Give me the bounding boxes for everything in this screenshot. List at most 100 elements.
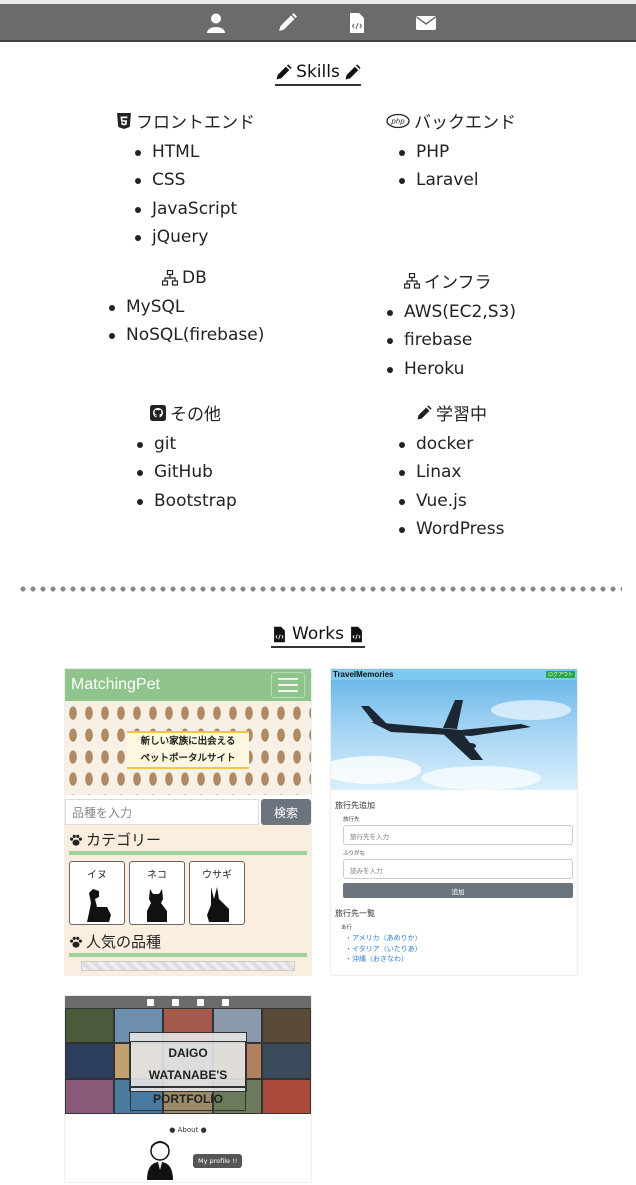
skills-title: Skills xyxy=(0,62,636,86)
php-icon: php xyxy=(386,113,410,128)
tm-header: TravelMemories ログアウト xyxy=(331,669,577,680)
skill-group-infra: インフラ AWS(EC2,S3) firebase Heroku xyxy=(386,268,516,383)
list-item: Heroku xyxy=(386,355,516,383)
list-item: docker xyxy=(398,430,504,458)
pencil-icon[interactable] xyxy=(276,12,298,34)
user-icon xyxy=(147,998,154,1006)
avatar xyxy=(147,1141,173,1180)
rabbit-icon xyxy=(207,887,229,922)
mp-popular-heading: 人気の品種 xyxy=(86,933,162,951)
tm-list-heading: 旅行先一覧 xyxy=(335,909,375,918)
works-title-text: Works xyxy=(292,624,344,644)
sitemap-icon xyxy=(162,270,178,286)
list-item: jQuery xyxy=(134,223,255,251)
mp-hero-text: 新しい家族に出会える ペットポータルサイト xyxy=(127,731,249,769)
top-nav-bar xyxy=(0,0,636,42)
hamburger-icon xyxy=(271,672,305,698)
list-item: Vue.js xyxy=(398,487,504,515)
user-icon: ● xyxy=(169,1126,176,1134)
svg-text:php: php xyxy=(390,117,405,125)
skill-group-heading: その他 xyxy=(170,405,221,425)
tm-logo: TravelMemories xyxy=(333,670,394,679)
pencil-icon xyxy=(172,998,179,1006)
mp-logo: MatchingPet xyxy=(71,676,160,693)
mp-search-input: 品種を入力 xyxy=(65,799,259,825)
list-item: PHP xyxy=(398,138,516,166)
mp-hero: 新しい家族に出会える ペットポータルサイト xyxy=(65,701,311,795)
dotted-divider xyxy=(18,586,622,592)
pencil-icon xyxy=(417,404,432,420)
code-file-icon xyxy=(351,626,362,642)
skill-group-other: その他 git GitHub Bootstrap xyxy=(136,400,237,515)
list-item: AWS(EC2,S3) xyxy=(386,298,516,326)
skill-group-backend: php バックエンド PHP Laravel xyxy=(386,108,516,195)
mp-card-rabbit: ウサギ xyxy=(189,861,245,925)
list-item: NoSQL(firebase) xyxy=(108,321,264,349)
skill-group-heading: 学習中 xyxy=(436,405,487,425)
list-item: GitHub xyxy=(136,458,237,486)
tm-form: 旅行先追加 旅行先 旅行先を入力 ふりがな 読みを入力 追加 旅行先一覧 あ行 … xyxy=(331,790,577,969)
list-item: git xyxy=(136,430,237,458)
mp-category-heading: カテゴリー xyxy=(86,831,162,849)
mp-search-button: 検索 xyxy=(261,799,311,825)
skill-group-heading: インフラ xyxy=(424,273,492,293)
list-item: JavaScript xyxy=(134,195,255,223)
list-item: firebase xyxy=(386,326,516,354)
mp-card-cat: ネコ xyxy=(129,861,185,925)
list-item: WordPress xyxy=(398,515,504,543)
paw-icon xyxy=(70,936,82,948)
pf-photo-collage: DAIGO WATANABE'S PORTFOLIO xyxy=(65,1008,311,1114)
mp-category-section: カテゴリー イヌ ネコ ウサギ xyxy=(65,825,311,927)
list-item: Bootstrap xyxy=(136,487,237,515)
list-item: Linax xyxy=(398,458,504,486)
skill-group-heading: フロントエンド xyxy=(136,113,255,133)
skill-group-heading: DB xyxy=(182,268,207,288)
dog-icon xyxy=(87,889,111,922)
user-icon: ● xyxy=(200,1126,207,1134)
work-portfolio-thumbnail[interactable]: DAIGO WATANABE'S PORTFOLIO ● About ● My … xyxy=(64,995,312,1183)
works-title: Works xyxy=(0,624,636,648)
work-matchingpet-thumbnail[interactable]: MatchingPet 新しい家族に出会える ペットポータルサイト 品種を入力 … xyxy=(64,668,312,976)
list-item: ・アメリカ（あめりか） xyxy=(345,934,422,942)
skill-group-db: DB MySQL NoSQL(firebase) xyxy=(108,268,264,350)
skill-group-learning: 学習中 docker Linax Vue.js WordPress xyxy=(398,400,504,544)
envelope-icon xyxy=(222,998,229,1006)
pf-nav-bar xyxy=(65,996,311,1008)
cat-icon xyxy=(147,889,167,922)
tm-dest-input: 旅行先を入力 xyxy=(343,825,573,845)
html5-icon xyxy=(117,112,131,129)
skill-group-frontend: フロントエンド HTML CSS JavaScript jQuery xyxy=(116,108,255,252)
list-item: MySQL xyxy=(108,293,264,321)
list-item: CSS xyxy=(134,166,255,194)
airplane-image xyxy=(331,680,577,790)
tm-add-heading: 旅行先追加 xyxy=(335,801,375,810)
code-file-icon xyxy=(274,626,285,642)
mp-popular-section: 人気の品種 xyxy=(65,927,311,975)
list-item: ・沖縄（おきなわ） xyxy=(345,955,408,963)
code-file-icon[interactable] xyxy=(346,12,368,34)
user-icon[interactable] xyxy=(205,12,227,34)
mp-card-dog: イヌ xyxy=(69,861,125,925)
pf-speech-bubble: My profile !! xyxy=(193,1154,243,1168)
sitemap-icon xyxy=(404,272,420,289)
pencil-icon xyxy=(345,63,361,79)
pencil-icon xyxy=(276,63,292,79)
skill-group-heading: バックエンド xyxy=(414,113,516,133)
list-item: Laravel xyxy=(398,166,516,194)
skills-title-text: Skills xyxy=(296,62,340,82)
airplane-icon xyxy=(331,700,571,790)
mp-header: MatchingPet xyxy=(65,669,311,701)
github-icon xyxy=(150,404,166,421)
tm-add-button: 追加 xyxy=(343,883,573,898)
code-file-icon xyxy=(197,998,204,1006)
tm-logout-button: ログアウト xyxy=(545,671,575,678)
list-item: HTML xyxy=(134,138,255,166)
work-travelmemories-thumbnail[interactable]: TravelMemories ログアウト 旅行先追加 旅行先 旅行先を入力 ふり… xyxy=(330,668,578,976)
list-item: ・イタリア（いたりあ） xyxy=(345,944,422,953)
mp-search: 品種を入力 検索 xyxy=(65,799,311,825)
paw-icon xyxy=(70,834,82,846)
tm-destination-list: ・アメリカ（あめりか） ・イタリア（いたりあ） ・沖縄（おきなわ） xyxy=(335,933,573,965)
tm-reading-input: 読みを入力 xyxy=(343,859,573,879)
envelope-icon[interactable] xyxy=(415,12,437,34)
pf-title: DAIGO WATANABE'S PORTFOLIO xyxy=(129,1032,247,1111)
